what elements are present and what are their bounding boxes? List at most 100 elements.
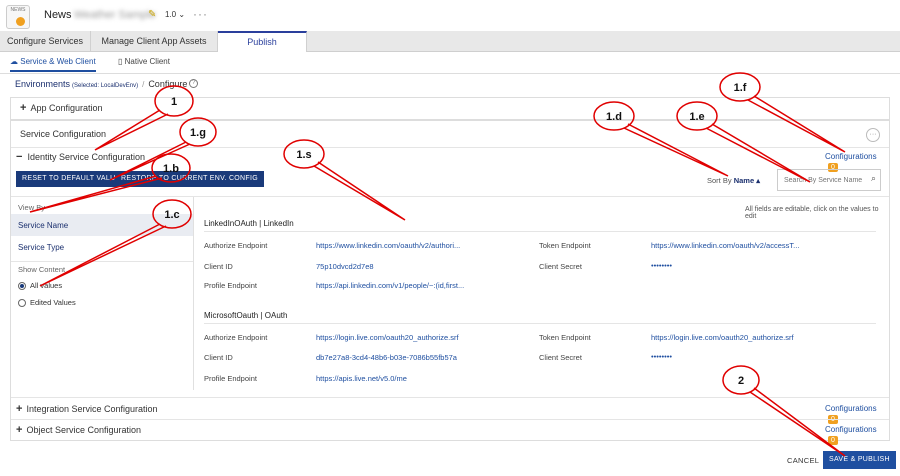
nav-label: Service Name — [18, 221, 69, 230]
authorize-endpoint-value[interactable]: https://login.live.com/oauth20_authorize… — [316, 333, 459, 342]
version-select[interactable]: 1.0 ⌄ — [165, 10, 185, 19]
divider — [204, 231, 876, 232]
service-configuration-section: Service Configuration ··· − Identity Serv… — [10, 120, 890, 445]
divider — [11, 261, 193, 262]
top-bar: NEWS News Weather Sample ✎ 1.0 ⌄ ··· — [0, 0, 900, 32]
field-label: Client Secret — [539, 262, 582, 271]
cloud-icon: ☁ — [10, 57, 21, 66]
field-label: Client ID — [204, 353, 233, 362]
field-label: Client ID — [204, 262, 233, 271]
client-secret-value[interactable]: •••••••• — [651, 352, 672, 361]
subtab-service-web-client[interactable]: ☁ Service & Web Client — [10, 57, 96, 72]
section-title: Object Service Configuration — [26, 425, 141, 435]
identity-service-header[interactable]: − Identity Service Configuration — [16, 151, 145, 163]
service-configuration-title: Service Configuration — [20, 129, 107, 139]
overflow-menu-icon[interactable]: ··· — [866, 128, 880, 142]
show-content-title: Show Content — [18, 265, 66, 274]
subtab-native-client[interactable]: ▯ Native Client — [118, 57, 170, 66]
breadcrumb: Environments (Selected: LocalDevEnv) / Conf… — [15, 79, 199, 89]
divider — [11, 419, 889, 420]
app-name: News — [44, 9, 72, 21]
pencil-icon[interactable]: ✎ — [148, 9, 156, 20]
annotation-label-1f: 1.f — [734, 82, 747, 94]
app-icon-text: NEWS — [10, 7, 26, 13]
search-input[interactable] — [782, 173, 864, 187]
search-box: ⌕ — [777, 169, 881, 191]
tab-configure-services[interactable]: Configure Services — [0, 31, 91, 51]
view-by-service-type[interactable]: Service Type — [18, 243, 64, 252]
phone-icon: ▯ — [118, 57, 125, 66]
plus-icon: + — [20, 102, 27, 114]
plus-icon: + — [16, 424, 23, 436]
radio-label: All values — [30, 281, 63, 290]
divider — [11, 397, 889, 398]
section-title: Integration Service Configuration — [26, 404, 158, 414]
client-id-value[interactable]: 75p10dvcd2d7e8 — [316, 262, 374, 271]
sun-icon — [16, 17, 25, 26]
restore-env-config-button[interactable]: RESTORE TO CURRENT ENV. CONFIG — [115, 171, 264, 187]
minus-icon: − — [16, 151, 23, 163]
editable-hint: All fields are editable, click on the va… — [745, 206, 879, 220]
field-label: Authorize Endpoint — [204, 241, 268, 250]
breadcrumb-selected-env: (Selected: LocalDevEnv) — [72, 83, 139, 89]
subtab-label: Service & Web Client — [20, 57, 96, 66]
radio-label: Edited Values — [30, 298, 76, 307]
reset-default-button[interactable]: RESET TO DEFAULT VALUE — [16, 171, 127, 187]
object-service-header[interactable]: + Object Service Configuration — [16, 424, 141, 436]
profile-endpoint-value[interactable]: https://apis.live.net/v5.0/me — [316, 374, 407, 383]
main-tabs: Configure Services Manage Client App Ass… — [0, 31, 900, 52]
more-options-icon[interactable]: ··· — [193, 7, 208, 21]
tab-publish[interactable]: Publish — [218, 31, 307, 52]
integration-service-header[interactable]: + Integration Service Configuration — [16, 403, 158, 415]
client-secret-value[interactable]: •••••••• — [651, 261, 672, 270]
divider — [11, 147, 889, 148]
integration-configurations-link[interactable]: Configurations0 — [825, 403, 889, 424]
provider-title: LinkedInOAuth | LinkedIn — [204, 219, 294, 228]
configurations-label: Configurations — [825, 152, 877, 161]
save-publish-button[interactable]: SAVE & PUBLISH — [823, 451, 896, 469]
tab-manage-client-app-assets[interactable]: Manage Client App Assets — [91, 31, 218, 51]
sort-value: Name ▴ — [733, 176, 760, 185]
left-filter-panel: View By Service Name Service Type Show C… — [11, 197, 194, 390]
field-label: Token Endpoint — [539, 333, 591, 342]
token-endpoint-value[interactable]: https://login.live.com/oauth20_authorize… — [651, 333, 794, 342]
breadcrumb-environments[interactable]: Environments — [15, 79, 70, 89]
cancel-button[interactable]: CANCEL — [787, 456, 819, 465]
authorize-endpoint-value[interactable]: https://www.linkedin.com/oauth/v2/author… — [316, 241, 460, 250]
field-label: Token Endpoint — [539, 241, 591, 250]
breadcrumb-separator: / — [142, 80, 145, 89]
app-configuration-section: + App Configuration — [10, 97, 890, 120]
configurations-label: Configurations — [825, 425, 877, 434]
app-name-blurred: Weather Sample — [74, 9, 156, 21]
field-label: Authorize Endpoint — [204, 333, 268, 342]
radio-icon — [18, 299, 26, 308]
breadcrumb-current: Configure — [148, 79, 188, 89]
divider — [204, 323, 876, 324]
token-endpoint-value[interactable]: https://www.linkedin.com/oauth/v2/access… — [651, 241, 799, 250]
field-label: Profile Endpoint — [204, 374, 257, 383]
sort-control[interactable]: Sort By Name ▴ — [707, 176, 760, 185]
configurations-label: Configurations — [825, 404, 877, 413]
configurations-count-badge: 0 — [828, 436, 838, 445]
app-configuration-header[interactable]: + App Configuration — [20, 102, 103, 114]
sub-tabs: ☁ Service & Web Client ▯ Native Client — [0, 52, 900, 74]
provider-title: MicrosoftOauth | OAuth — [204, 311, 288, 320]
plus-icon: + — [16, 403, 23, 415]
section-title: App Configuration — [30, 103, 103, 113]
help-icon[interactable]: ? — [189, 79, 199, 88]
radio-all-values[interactable]: All values — [18, 281, 63, 291]
section-title: Identity Service Configuration — [27, 152, 145, 162]
view-by-title: View By — [18, 203, 45, 212]
view-by-service-name[interactable]: Service Name — [11, 214, 193, 236]
field-label: Profile Endpoint — [204, 281, 257, 290]
profile-endpoint-value[interactable]: https://api.linkedin.com/v1/people/~:(id… — [316, 281, 464, 290]
app-icon: NEWS — [6, 5, 30, 29]
radio-selected-icon — [18, 282, 26, 291]
radio-edited-values[interactable]: Edited Values — [18, 298, 76, 308]
search-icon[interactable]: ⌕ — [871, 173, 876, 184]
object-configurations-link[interactable]: Configurations 0 — [825, 424, 889, 445]
client-id-value[interactable]: db7e27a8-3cd4-48b6-b03e-7086b55fb57a — [316, 353, 457, 362]
subtab-label: Native Client — [124, 57, 170, 66]
sort-label: Sort By — [707, 176, 732, 185]
field-label: Client Secret — [539, 353, 582, 362]
